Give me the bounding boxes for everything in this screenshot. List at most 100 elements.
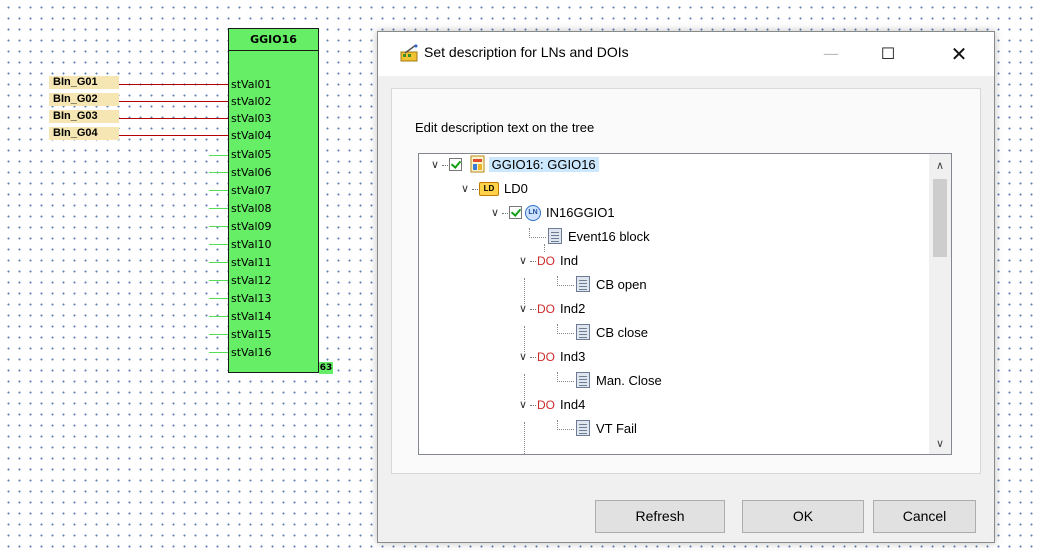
port-label: stVal01 [231,78,272,91]
checkbox-checked-icon[interactable] [509,206,522,220]
block-title: GGIO16 [229,29,318,51]
tree-node-do-desc[interactable]: CB open [557,274,647,296]
ied-file-icon [470,155,485,173]
ok-button[interactable]: OK [742,500,864,533]
scrollbar-thumb[interactable] [933,179,947,257]
refresh-button[interactable]: Refresh [595,500,725,533]
connection-wire[interactable] [119,84,228,85]
tree-do-label[interactable]: Ind4 [560,397,585,412]
port-label: stVal02 [231,95,272,108]
tree-connector [530,357,536,359]
tree-connector [524,422,525,454]
port-label: stVal05 [231,148,272,161]
unconnected-pin[interactable] [209,334,228,335]
unconnected-pin[interactable] [209,172,228,173]
port-label: stVal04 [231,129,272,142]
tree-node-do[interactable]: ∨ DO Ind [517,250,578,272]
port-label: stVal13 [231,292,272,305]
chevron-down-icon[interactable]: ∨ [517,250,529,272]
tree-ld-label[interactable]: LD0 [504,181,528,196]
chevron-down-icon[interactable]: ∨ [489,202,501,224]
unconnected-pin[interactable] [209,316,228,317]
tree-node-ln-desc[interactable]: Event16 block [529,226,650,248]
tree-connector [530,261,536,263]
tree-node-do[interactable]: ∨ DO Ind4 [517,394,585,416]
port-label: stVal10 [231,238,272,251]
scroll-down-icon[interactable]: ∨ [929,434,951,454]
tree-node-do-desc[interactable]: Man. Close [557,370,662,392]
tree-desc-label[interactable]: Event16 block [568,229,650,244]
chevron-down-icon[interactable]: ∨ [517,298,529,320]
tree-node-do[interactable]: ∨ DO Ind2 [517,298,585,320]
tree-node-do-desc[interactable]: VT Fail [557,418,637,440]
input-signal-tag[interactable]: BIn_G03 [49,110,119,123]
tree-do-label[interactable]: Ind2 [560,301,585,316]
unconnected-pin[interactable] [209,262,228,263]
logical-node-icon: LN [525,204,541,221]
connection-wire[interactable] [119,135,228,136]
tree-node-do[interactable]: ∨ DO Ind3 [517,346,585,368]
unconnected-pin[interactable] [209,280,228,281]
do-icon: DO [537,398,555,412]
tree-node-ld[interactable]: ∨ LD LD0 [459,178,528,200]
connection-wire[interactable] [119,101,228,102]
tree-node-do-desc[interactable]: CB close [557,322,648,344]
tree-do-label[interactable]: Ind [560,253,578,268]
tree-ln-label[interactable]: IN16GGIO1 [546,205,615,220]
unconnected-pin[interactable] [209,226,228,227]
input-signal-tag[interactable]: BIn_G01 [49,76,119,89]
chevron-down-icon[interactable]: ∨ [517,394,529,416]
unconnected-pin[interactable] [209,155,228,156]
dialog-title: Set description for LNs and DOIs [424,44,629,60]
tree-connector [530,309,536,311]
scroll-up-icon[interactable]: ∧ [929,156,951,176]
tree-connector [502,213,508,215]
chevron-down-icon[interactable]: ∨ [459,178,471,200]
tree-scrollbar[interactable]: ∧ ∨ [929,154,951,454]
description-tree[interactable]: ∨ GGIO16: GGIO16 ∨ LD LD0 ∨ LN IN16GGIO1 Eve… [418,153,952,455]
description-icon [576,324,590,341]
unconnected-pin[interactable] [209,244,228,245]
chevron-down-icon[interactable]: ∨ [517,346,529,368]
set-description-dialog: Set description for LNs and DOIs — ☐ ✕ E… [377,31,995,543]
unconnected-pin[interactable] [209,190,228,191]
input-signal-tag[interactable]: BIn_G02 [49,93,119,106]
block-number-badge: 63 [319,362,333,374]
checkbox-checked-icon[interactable] [449,158,462,172]
tree-do-label[interactable]: Ind3 [560,349,585,364]
tree-connector [557,372,574,382]
close-button[interactable]: ✕ [936,32,982,76]
port-label: stVal12 [231,274,272,287]
tree-desc-label[interactable]: CB open [596,277,647,292]
tree-root-label[interactable]: GGIO16: GGIO16 [488,157,599,172]
tree-node-root[interactable]: ∨ GGIO16: GGIO16 [429,154,599,176]
tree-node-ln[interactable]: ∨ LN IN16GGIO1 [489,202,615,224]
tree-connector [557,276,574,286]
tree-connector [557,324,574,334]
input-signal-tag[interactable]: BIn_G04 [49,127,119,140]
dialog-titlebar[interactable]: Set description for LNs and DOIs — ☐ ✕ [378,32,994,76]
tree-connector [529,228,546,238]
description-icon [576,372,590,389]
chevron-down-icon[interactable]: ∨ [429,154,441,176]
tree-desc-label[interactable]: VT Fail [596,421,637,436]
ggio16-block[interactable]: GGIO16 stVal01 stVal02 stVal03 stVal04 s… [228,28,319,373]
tree-connector [530,405,536,407]
description-icon [576,276,590,293]
minimize-button[interactable]: — [808,32,854,76]
cancel-button[interactable]: Cancel [873,500,976,533]
unconnected-pin[interactable] [209,298,228,299]
tree-desc-label[interactable]: Man. Close [596,373,662,388]
unconnected-pin[interactable] [209,208,228,209]
connection-wire[interactable] [119,118,228,119]
tree-desc-label[interactable]: CB close [596,325,648,340]
do-icon: DO [537,302,555,316]
instruction-label: Edit description text on the tree [415,120,595,135]
port-label: stVal15 [231,328,272,341]
port-label: stVal07 [231,184,272,197]
tree-connector [557,420,574,430]
maximize-button[interactable]: ☐ [865,32,911,76]
tree-connector [442,165,448,167]
description-icon [576,420,590,437]
unconnected-pin[interactable] [209,352,228,353]
